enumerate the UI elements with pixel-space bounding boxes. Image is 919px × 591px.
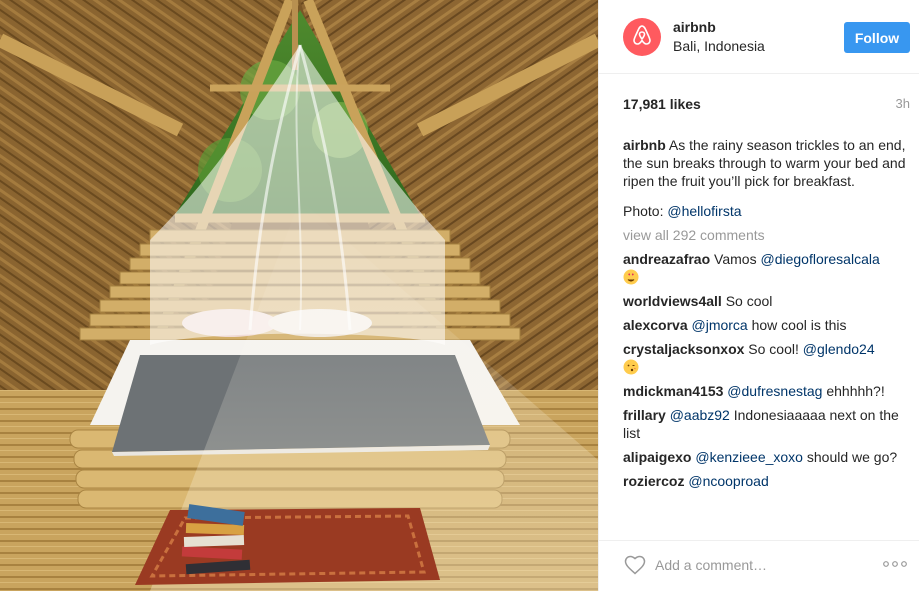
comment-mention[interactable]: @jmorca	[692, 317, 748, 333]
comment-item: mdickman4153 @dufresnestag ehhhhh?!	[623, 382, 910, 400]
comment-item: worldviews4all So cool	[623, 292, 910, 310]
comment-text: Vamos	[714, 251, 761, 267]
post-caption: airbnb As the rainy season trickles to a…	[623, 136, 910, 190]
follow-button[interactable]: Follow	[844, 22, 910, 53]
post-header: airbnb Bali, Indonesia Follow	[599, 0, 919, 74]
caption-text: As the rainy season trickles to an end, …	[623, 137, 906, 189]
likes-row: 17,981 likes 3h	[623, 96, 910, 114]
post-details-panel: airbnb Bali, Indonesia Follow 17,981 lik…	[598, 0, 919, 591]
heart-eyes-emoji	[623, 269, 639, 285]
comment-footer	[599, 540, 919, 591]
post-timestamp[interactable]: 3h	[896, 96, 910, 111]
comment-mention[interactable]: @ncooproad	[688, 473, 768, 489]
comment-username[interactable]: alexcorva	[623, 317, 688, 333]
comment-username[interactable]: andreazafrao	[623, 251, 710, 267]
airbnb-logo-icon	[630, 23, 654, 52]
comment-text: So cool	[725, 293, 773, 309]
comment-text: So cool!	[748, 341, 803, 357]
view-all-comments-link[interactable]: view all 292 comments	[623, 226, 910, 244]
comment-mention[interactable]: @dufresnestag	[727, 383, 822, 399]
comment-text: ehhhhh?!	[822, 383, 885, 399]
comment-username[interactable]: mdickman4153	[623, 383, 723, 399]
post-location[interactable]: Bali, Indonesia	[673, 38, 765, 54]
comment-item: andreazafrao Vamos @diegofloresalcala	[623, 250, 910, 286]
comment-item: frillary @aabz92 Indonesiaaaaa next on t…	[623, 406, 910, 442]
comment-username[interactable]: crystaljacksonxox	[623, 341, 744, 357]
comment-mention[interactable]: @kenzieee_xoxo	[695, 449, 803, 465]
comment-username[interactable]: worldviews4all	[623, 293, 722, 309]
comment-mention[interactable]: @glendo24	[803, 341, 875, 357]
post-username[interactable]: airbnb	[673, 19, 716, 35]
photo-credit-mention[interactable]: @hellofirsta	[667, 203, 741, 219]
kiss-face-emoji	[623, 359, 639, 375]
photo-credit-prefix: Photo:	[623, 203, 668, 219]
comments-list[interactable]: airbnb As the rainy season trickles to a…	[623, 136, 910, 530]
comment-text: should we go?	[802, 449, 898, 465]
comment-item: crystaljacksonxox So cool! @glendo24	[623, 340, 910, 376]
comment-username[interactable]: roziercoz	[623, 473, 684, 489]
photo-credit: Photo: @hellofirsta	[623, 202, 910, 220]
bamboo-hut-bedroom-image	[0, 0, 598, 591]
comment-mention[interactable]: @diegofloresalcala	[760, 251, 879, 267]
comment-item: alipaigexo @kenzieee_xoxo should we go?	[623, 448, 910, 466]
comment-text: how cool is this	[747, 317, 847, 333]
comment-username[interactable]: alipaigexo	[623, 449, 691, 465]
heart-icon[interactable]	[623, 553, 647, 577]
comment-mention[interactable]: @aabz92	[670, 407, 730, 423]
comment-item: roziercoz @ncooproad	[623, 472, 910, 490]
post-photo[interactable]	[0, 0, 598, 591]
avatar[interactable]	[623, 18, 661, 56]
caption-username[interactable]: airbnb	[623, 137, 666, 153]
comment-username[interactable]: frillary	[623, 407, 666, 423]
more-options-icon[interactable]	[881, 554, 909, 574]
comment-item: alexcorva @jmorca how cool is this	[623, 316, 910, 334]
add-comment-input[interactable]	[655, 553, 865, 577]
likes-count[interactable]: 17,981 likes	[623, 96, 701, 112]
